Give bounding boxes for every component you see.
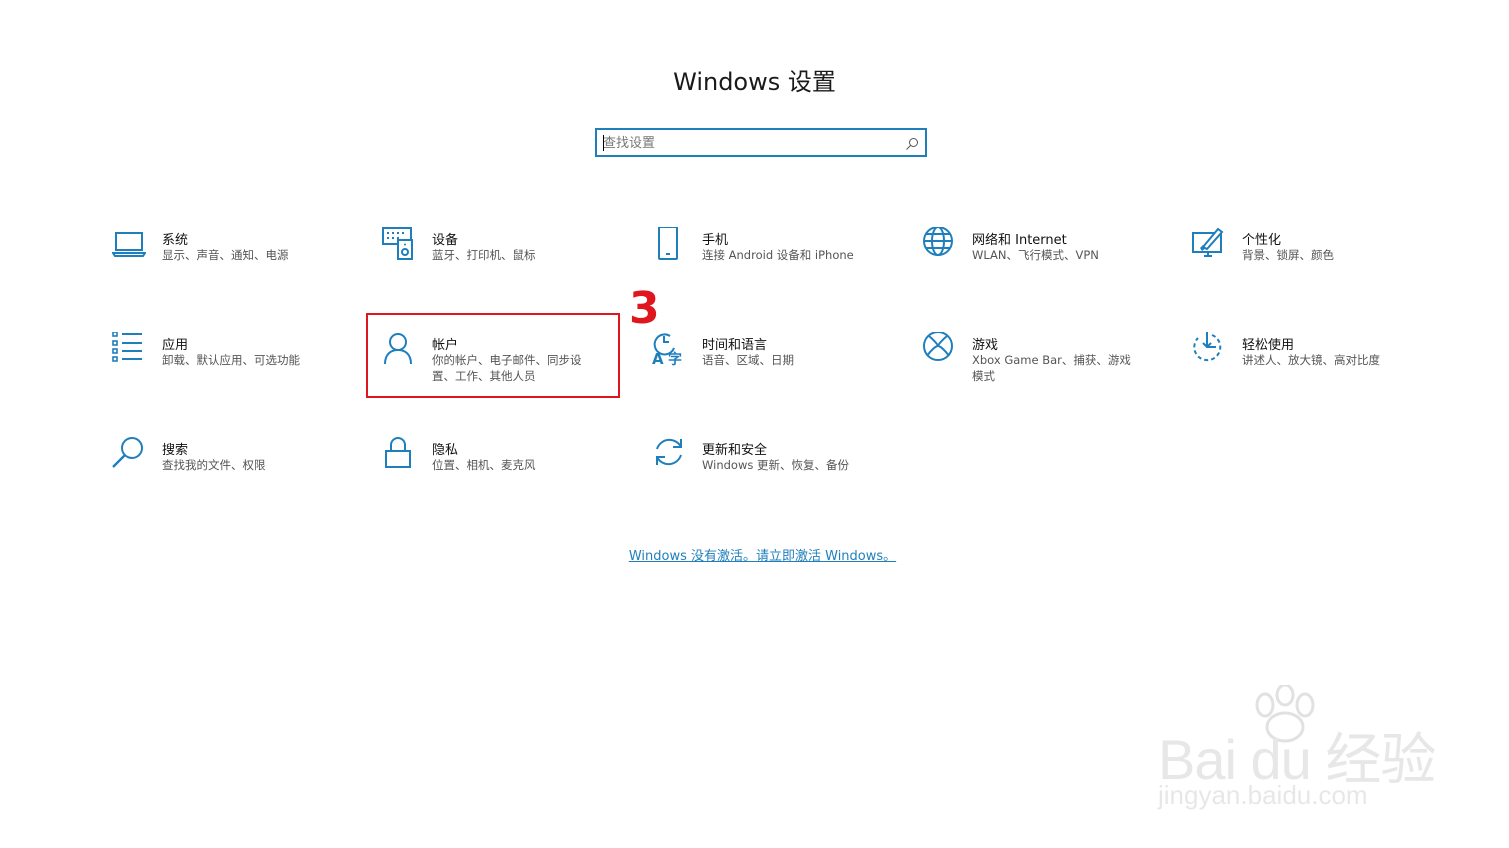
tile-description: 语音、区域、日期 — [702, 353, 794, 367]
lock-icon — [385, 437, 411, 468]
svg-text:A: A — [652, 350, 664, 366]
tile-time-language[interactable]: A 字 时间和语言 语音、区域、日期 — [652, 332, 912, 402]
annotation-step-number: 3 — [629, 283, 660, 334]
tile-devices[interactable]: 设备 蓝牙、打印机、鼠标 — [382, 227, 642, 297]
tile-update-security[interactable]: 更新和安全 Windows 更新、恢复、备份 — [652, 437, 912, 507]
search-icon[interactable] — [905, 137, 919, 151]
tile-description: 位置、相机、麦克风 — [432, 458, 536, 472]
tile-description: 连接 Android 设备和 iPhone — [702, 248, 854, 262]
search-box[interactable] — [595, 128, 927, 157]
tile-description: 讲述人、放大镜、高对比度 — [1242, 353, 1380, 367]
annotation-highlight-box — [366, 313, 620, 398]
xbox-icon — [923, 332, 953, 361]
tile-description: 查找我的文件、权限 — [162, 458, 266, 472]
tile-title: 更新和安全 — [702, 443, 768, 458]
tile-title: 系统 — [162, 233, 189, 248]
devices-icon — [382, 227, 413, 260]
tile-title: 轻松使用 — [1242, 338, 1295, 353]
tile-title: 个性化 — [1242, 233, 1282, 248]
apps-list-icon — [112, 332, 142, 362]
time-language-icon: A 字 — [652, 333, 682, 366]
tile-system[interactable]: 系统 显示、声音、通知、电源 — [112, 227, 372, 297]
tile-description: Windows 更新、恢复、备份 — [702, 458, 849, 472]
phone-icon — [658, 227, 678, 260]
tile-title: 网络和 Internet — [972, 233, 1067, 248]
ease-of-access-icon — [1193, 332, 1222, 362]
personalization-icon — [1192, 227, 1224, 257]
tile-title: 时间和语言 — [702, 338, 768, 353]
globe-icon — [923, 227, 953, 256]
tile-description: 背景、锁屏、颜色 — [1242, 248, 1334, 262]
tile-title: 应用 — [162, 338, 189, 353]
tile-privacy[interactable]: 隐私 位置、相机、麦克风 — [382, 437, 642, 507]
search-icon — [112, 437, 143, 468]
tile-description: 蓝牙、打印机、鼠标 — [432, 248, 536, 262]
tile-description: Xbox Game Bar、捕获、游戏模式 — [972, 353, 1131, 383]
tile-apps[interactable]: 应用 卸载、默认应用、可选功能 — [112, 332, 372, 402]
baidu-watermark: Bai du 经验 jingyan.baidu.com — [1150, 685, 1440, 825]
text-caret — [603, 135, 604, 151]
tile-network[interactable]: 网络和 Internet WLAN、飞行模式、VPN — [922, 227, 1182, 297]
search-input[interactable] — [603, 133, 893, 153]
activate-windows-link[interactable]: Windows 没有激活。请立即激活 Windows。 — [0, 545, 1509, 564]
tile-phone[interactable]: 手机 连接 Android 设备和 iPhone — [652, 227, 912, 297]
tile-description: WLAN、飞行模式、VPN — [972, 248, 1099, 262]
tile-title: 搜索 — [162, 443, 189, 458]
tile-description: 显示、声音、通知、电源 — [162, 248, 289, 262]
update-icon — [656, 438, 682, 466]
page-title: Windows 设置 — [673, 68, 836, 96]
laptop-icon — [112, 232, 146, 257]
tile-personalization[interactable]: 个性化 背景、锁屏、颜色 — [1192, 227, 1452, 297]
svg-text:字: 字 — [668, 351, 682, 366]
tile-ease-of-access[interactable]: 轻松使用 讲述人、放大镜、高对比度 — [1192, 332, 1452, 402]
tile-gaming[interactable]: 游戏 Xbox Game Bar、捕获、游戏模式 — [922, 332, 1182, 402]
tile-title: 隐私 — [432, 443, 459, 458]
watermark-url: jingyan.baidu.com — [1158, 780, 1368, 810]
tile-title: 手机 — [702, 233, 729, 248]
tile-description: 卸载、默认应用、可选功能 — [162, 353, 300, 367]
tile-search[interactable]: 搜索 查找我的文件、权限 — [112, 437, 372, 507]
tile-title: 游戏 — [972, 338, 999, 353]
tile-title: 设备 — [432, 233, 459, 248]
